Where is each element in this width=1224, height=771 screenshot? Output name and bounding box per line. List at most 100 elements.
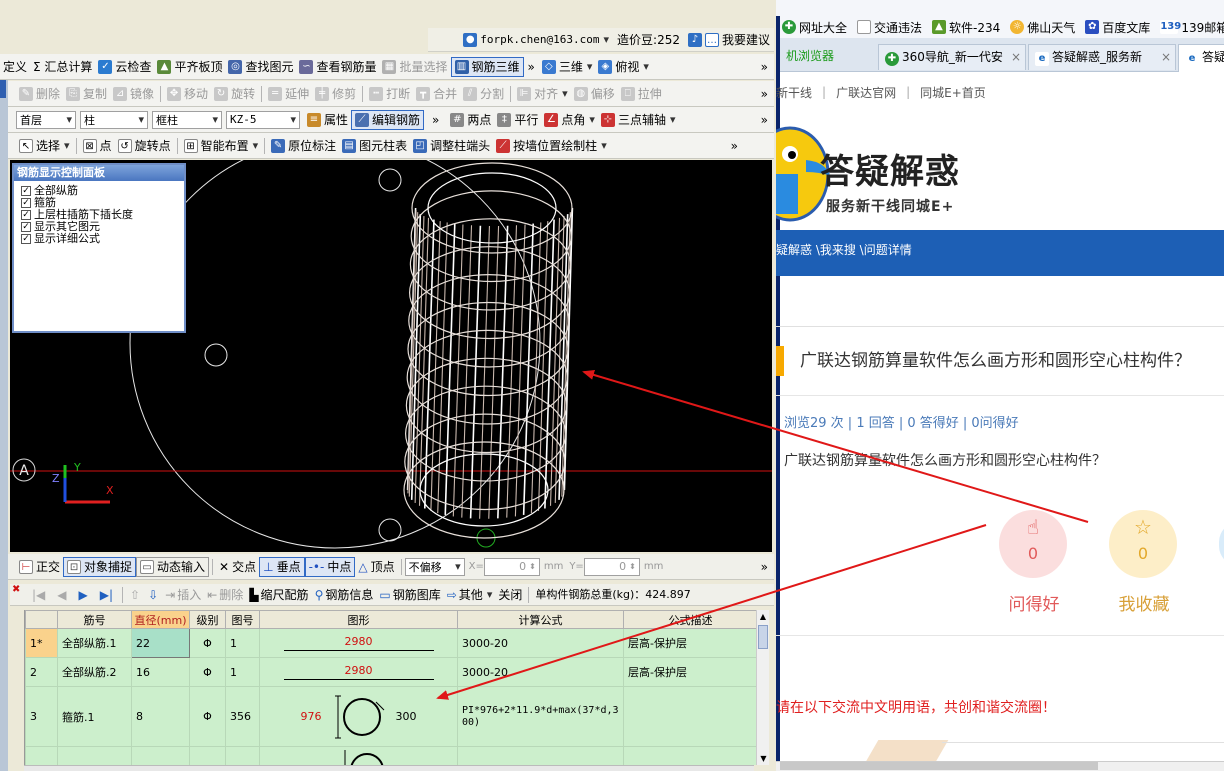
table-row[interactable] bbox=[25, 746, 758, 765]
move-up-icon[interactable]: ⇧ bbox=[130, 588, 140, 602]
break-button[interactable]: ┅ 打断 bbox=[366, 84, 413, 104]
cell-shape[interactable]: 2980 bbox=[259, 628, 458, 658]
rebar-library-button[interactable]: ▭ 钢筋图库 bbox=[376, 585, 443, 605]
cell-bar-no[interactable]: 全部纵筋.1 bbox=[57, 628, 132, 658]
chevron-down-icon[interactable]: ▾ bbox=[604, 33, 610, 46]
tab-dayi-active[interactable]: e 答疑 bbox=[1178, 44, 1224, 72]
first-record-icon[interactable]: |◀ bbox=[32, 588, 45, 602]
merge-button[interactable]: ┳ 合并 bbox=[413, 84, 460, 104]
menu-view-rebar-qty[interactable]: ∽ 查看钢筋量 bbox=[296, 57, 379, 77]
parallel-button[interactable]: ‡ 平行 bbox=[494, 110, 541, 130]
bookmark-url-directory[interactable]: 网址大全 bbox=[799, 19, 847, 36]
intersection-toggle[interactable]: ✕ 交点 bbox=[216, 557, 259, 577]
row-index[interactable]: 3 bbox=[25, 686, 58, 747]
favorite-button[interactable]: ☆ 0 bbox=[1109, 510, 1177, 578]
scroll-thumb[interactable] bbox=[758, 625, 768, 649]
overflow-chevron-icon[interactable]: » bbox=[761, 60, 768, 74]
table-horizontal-scrollbar[interactable] bbox=[24, 765, 754, 771]
table-row[interactable]: 3 箍筋.1 8 Φ 356 976 300 PI*976+2*11.9*d+m… bbox=[25, 686, 758, 747]
row-index[interactable]: 2 bbox=[25, 657, 58, 687]
menu-define[interactable]: 定义 bbox=[0, 57, 30, 77]
close-table-button[interactable]: 关闭 bbox=[495, 585, 525, 605]
close-tab-icon[interactable]: × bbox=[1161, 45, 1171, 69]
nav-link-glodon[interactable]: 广联达官网 bbox=[836, 84, 896, 101]
col-header-diameter[interactable]: 直径(mm) bbox=[131, 610, 190, 629]
menu-3d[interactable]: ◇ 三维 ▾ bbox=[539, 57, 596, 77]
cell-shape[interactable]: 2980 bbox=[259, 657, 458, 687]
prev-record-icon[interactable]: ◀ bbox=[57, 588, 66, 602]
mirror-button[interactable]: ⊿ 镜像 bbox=[110, 84, 157, 104]
cell-diameter[interactable]: 22 bbox=[131, 628, 190, 658]
offset-button[interactable]: ◍ 偏移 bbox=[571, 84, 618, 104]
align-button[interactable]: ⊫ 对齐 ▾ bbox=[514, 84, 571, 104]
overflow-chevron-icon[interactable]: » bbox=[761, 560, 768, 574]
delete-button[interactable]: ✎ 删除 bbox=[16, 84, 63, 104]
overflow-chevron-icon[interactable]: » bbox=[528, 60, 535, 74]
element-select[interactable]: KZ-5 ▾ bbox=[226, 110, 300, 129]
split-button[interactable]: ⫽ 分割 bbox=[460, 84, 507, 104]
col-header-formula[interactable]: 计算公式 bbox=[457, 610, 624, 629]
overflow-chevron-icon[interactable]: » bbox=[761, 113, 768, 127]
checkbox[interactable]: ✓ bbox=[21, 234, 31, 244]
copy-button[interactable]: ⎘ 复制 bbox=[63, 84, 110, 104]
tab-dayi[interactable]: e 答疑解惑_服务新 × bbox=[1028, 44, 1176, 70]
ortho-toggle[interactable]: ⊢ 正交 bbox=[16, 557, 63, 577]
cell-description[interactable]: 层高-保护层 bbox=[623, 657, 758, 687]
scroll-up-arrow[interactable]: ▲ bbox=[757, 610, 769, 623]
table-row[interactable]: 2 全部纵筋.2 16 Φ 1 2980 3000-20 层高-保护层 bbox=[25, 657, 758, 687]
adjust-column-end-button[interactable]: ◰ 调整柱端头 bbox=[410, 136, 493, 156]
move-down-icon[interactable]: ⇩ bbox=[148, 588, 158, 602]
nav-link-xinganxian[interactable]: 新干线 bbox=[776, 84, 812, 101]
trim-button[interactable]: ╪ 修剪 bbox=[312, 84, 359, 104]
good-ask-button[interactable]: ☝ 0 bbox=[999, 510, 1067, 578]
cell-fig-no[interactable]: 1 bbox=[225, 657, 260, 687]
browser-horizontal-scrollbar[interactable] bbox=[776, 761, 1224, 771]
next-record-icon[interactable]: ▶ bbox=[79, 588, 88, 602]
overflow-chevron-icon[interactable]: » bbox=[432, 113, 439, 127]
midpoint-toggle[interactable]: -•- 中点 bbox=[304, 556, 356, 577]
dynamic-input-toggle[interactable]: ▭ 动态输入 bbox=[136, 556, 210, 577]
scroll-thumb[interactable] bbox=[780, 762, 1098, 770]
cell-description[interactable] bbox=[623, 686, 758, 747]
col-header-grade[interactable]: 级别 bbox=[189, 610, 226, 629]
overflow-chevron-icon[interactable]: » bbox=[731, 139, 738, 153]
panel-option-4[interactable]: ✓ 显示详细公式 bbox=[14, 233, 184, 245]
menu-top-view[interactable]: ◈ 俯视 ▾ bbox=[595, 57, 652, 77]
select-button[interactable]: ↖ 选择 ▾ bbox=[16, 136, 73, 156]
menu-find-element[interactable]: ◎ 查找图元 bbox=[225, 57, 296, 77]
perpendicular-toggle[interactable]: ⊥ 垂点 bbox=[259, 556, 305, 577]
smart-layout-button[interactable]: ⊞ 智能布置 ▾ bbox=[181, 136, 262, 156]
col-header-description[interactable]: 公式描述 bbox=[623, 610, 758, 629]
cell-bar-no[interactable]: 箍筋.1 bbox=[57, 686, 132, 747]
object-snap-toggle[interactable]: ⊡ 对象捕捉 bbox=[63, 556, 137, 577]
last-record-icon[interactable]: ▶| bbox=[100, 588, 113, 602]
checkbox[interactable]: ✓ bbox=[21, 222, 31, 232]
bookmark-wenku[interactable]: 百度文库 bbox=[1102, 19, 1150, 36]
type-select[interactable]: 柱 ▾ bbox=[80, 110, 148, 129]
bookmark-weather[interactable]: 佛山天气 bbox=[1027, 19, 1075, 36]
point-angle-button[interactable]: ∠ 点角 ▾ bbox=[541, 110, 598, 130]
suggest-link[interactable]: 我要建议 bbox=[722, 31, 770, 48]
x-input[interactable]: 0 ⬍ bbox=[483, 557, 540, 576]
cell-formula[interactable]: 3000-20 bbox=[457, 657, 624, 687]
checkbox[interactable]: ✓ bbox=[21, 186, 31, 196]
menu-align-slab-top[interactable]: ▲ 平齐板顶 bbox=[154, 57, 225, 77]
table-vertical-scrollbar[interactable]: ▲ ▼ bbox=[756, 610, 769, 765]
scroll-down-arrow[interactable]: ▼ bbox=[757, 752, 769, 765]
row-delete-button[interactable]: ⇤ 删除 bbox=[204, 585, 246, 605]
nav-link-tongcheng[interactable]: 同城E+首页 bbox=[920, 84, 986, 101]
point-button[interactable]: ⊠ 点 bbox=[80, 136, 115, 156]
rotate-point-button[interactable]: ↺ 旋转点 bbox=[115, 136, 174, 156]
good-ask-label[interactable]: 问得好 bbox=[1000, 590, 1068, 615]
cell-description[interactable]: 层高-保护层 bbox=[623, 628, 758, 658]
bookmark-software[interactable]: 软件-234 bbox=[949, 19, 1000, 36]
table-row[interactable]: 1* 全部纵筋.1 22 Φ 1 2980 3000-20 层高-保护层 bbox=[25, 628, 758, 658]
cell-fig-no[interactable]: 1 bbox=[225, 628, 260, 658]
row-index[interactable]: 1* bbox=[25, 628, 58, 658]
scale-rebar-button[interactable]: ▙ 缩尺配筋 bbox=[246, 585, 311, 605]
bell-icon[interactable]: ♪ bbox=[687, 32, 702, 47]
menu-summary-calc[interactable]: Σ 汇总计算 bbox=[30, 57, 95, 77]
tab-360-nav[interactable]: ✚ 360导航_新一代安 × bbox=[878, 44, 1026, 70]
bookmark-139mail[interactable]: 139邮箱 bbox=[1181, 19, 1224, 36]
three-point-aux-button[interactable]: ⊹ 三点辅轴 ▾ bbox=[598, 110, 679, 130]
